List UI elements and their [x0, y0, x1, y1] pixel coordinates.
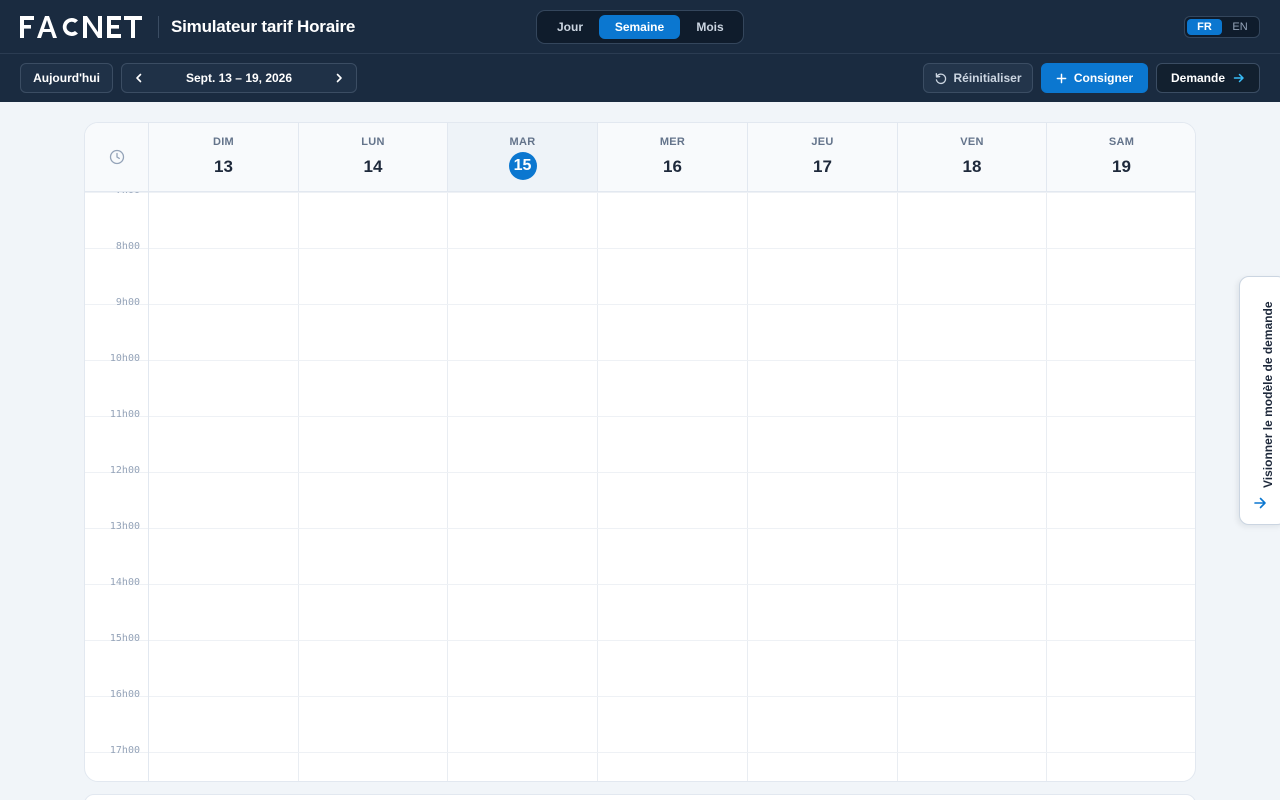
hour-gridline: [85, 472, 1195, 473]
hour-label: 8h00: [115, 241, 140, 252]
day-name-label: SAM: [1108, 136, 1135, 148]
lang-fr-button[interactable]: FR: [1187, 19, 1222, 35]
hour-label: 16h00: [109, 689, 140, 700]
hour-gridline: [85, 192, 1195, 193]
hour-label: 17h00: [109, 745, 140, 756]
today-date-badge: 15: [508, 152, 537, 180]
date-range-label: Sept. 13 – 19, 2026: [185, 71, 293, 85]
calendar-grid: 7h00 8h00 9h00 10h00 11h00 12h00 13h00 14h00 15h…: [85, 192, 1195, 781]
day-header-mar[interactable]: MAR 15: [448, 123, 598, 191]
request-template-side-tab[interactable]: Visionner le modèle de demande: [1239, 276, 1280, 525]
next-week-button[interactable]: [322, 64, 356, 92]
time-column: 7h00 8h00 9h00 10h00 11h00 12h00 13h00 14h00 15h…: [85, 192, 149, 781]
reset-button-label: Réinitialiser: [953, 71, 1022, 85]
reset-icon: [936, 72, 947, 84]
chevron-left-icon: [136, 73, 142, 83]
hour-label: 15h00: [109, 633, 140, 644]
header-divider: [158, 16, 159, 38]
arrow-right-icon: [1233, 73, 1244, 83]
side-tab-label: Visionner le modèle de demande: [1261, 301, 1275, 488]
hour-label: 13h00: [109, 521, 140, 532]
day-column-ven[interactable]: [898, 192, 1047, 781]
day-name-label: MAR: [509, 136, 536, 148]
day-number: 19: [1112, 157, 1131, 176]
day-header-sam[interactable]: SAM 19: [1047, 123, 1195, 191]
hour-gridline: [85, 640, 1195, 641]
chevron-right-icon: [336, 73, 342, 83]
header-top-bar: Simulateur tarif Horaire Jour Semaine Mo…: [0, 0, 1280, 54]
secondary-panel: [84, 794, 1196, 800]
date-navigator: Sept. 13 – 19, 2026: [121, 63, 357, 93]
demande-button[interactable]: Demande: [1156, 63, 1260, 93]
day-name-label: VEN: [960, 136, 984, 148]
day-name-label: LUN: [361, 136, 385, 148]
previous-week-button[interactable]: [122, 64, 156, 92]
language-switch: FR EN: [1184, 16, 1260, 38]
calendar-header: DIM 13 LUN 14 MAR 15 MER 16 JEU 17 VEN 18 SAM 19: [85, 123, 1195, 192]
day-column-mar[interactable]: [448, 192, 598, 781]
reset-button[interactable]: Réinitialiser: [923, 63, 1033, 93]
day-column-dim[interactable]: [149, 192, 299, 781]
day-number: 18: [962, 157, 982, 176]
day-header-mer[interactable]: MER 16: [598, 123, 748, 191]
app-header: Simulateur tarif Horaire Jour Semaine Mo…: [0, 0, 1280, 102]
view-month-button[interactable]: Mois: [682, 15, 738, 39]
arrow-right-icon: [1254, 497, 1266, 509]
hour-label: 10h00: [109, 353, 140, 364]
hour-gridline: [85, 696, 1195, 697]
day-name-label: MER: [659, 136, 686, 148]
hour-label: 12h00: [109, 465, 140, 476]
day-header-dim[interactable]: DIM 13: [149, 123, 299, 191]
hour-gridline: [85, 752, 1195, 753]
view-switch: Jour Semaine Mois: [536, 10, 744, 44]
demande-button-label: Demande: [1170, 71, 1226, 85]
day-column-sam[interactable]: [1047, 192, 1195, 781]
hour-label: 14h00: [109, 577, 140, 588]
consigner-button-label: Consigner: [1073, 71, 1134, 85]
day-header-jeu[interactable]: JEU 17: [748, 123, 898, 191]
day-number: 14: [363, 157, 383, 176]
day-number: 16: [663, 157, 682, 176]
day-number: 13: [214, 157, 233, 176]
hour-gridline: [85, 360, 1195, 361]
view-day-button[interactable]: Jour: [542, 15, 598, 39]
day-column-lun[interactable]: [299, 192, 448, 781]
day-column-jeu[interactable]: [748, 192, 898, 781]
today-button[interactable]: Aujourd'hui: [20, 63, 113, 93]
clock-icon: [109, 149, 124, 165]
hour-gridline: [85, 416, 1195, 417]
hour-label: 7h00: [116, 192, 140, 196]
day-column-mer[interactable]: [598, 192, 748, 781]
day-header-lun[interactable]: LUN 14: [299, 123, 448, 191]
plus-icon: [1056, 73, 1067, 83]
view-week-button[interactable]: Semaine: [599, 15, 680, 39]
week-calendar: DIM 13 LUN 14 MAR 15 MER 16 JEU 17 VEN 18 SAM 19 7h00…: [84, 122, 1196, 782]
hour-gridline: [85, 584, 1195, 585]
hour-gridline: [85, 248, 1195, 249]
day-name-label: DIM: [212, 136, 235, 148]
day-header-ven[interactable]: VEN 18: [898, 123, 1047, 191]
app-title: Simulateur tarif Horaire: [171, 17, 356, 36]
day-number: 17: [813, 157, 832, 176]
consigner-button[interactable]: Consigner: [1041, 63, 1148, 93]
hour-label: 11h00: [109, 409, 140, 420]
facnet-logo[interactable]: [20, 14, 146, 40]
hour-gridline: [85, 528, 1195, 529]
hour-gridline: [85, 304, 1195, 305]
lang-en-button[interactable]: EN: [1223, 19, 1257, 35]
day-name-label: JEU: [811, 136, 834, 148]
time-header-corner: [85, 123, 149, 191]
hour-label: 9h00: [115, 297, 140, 308]
